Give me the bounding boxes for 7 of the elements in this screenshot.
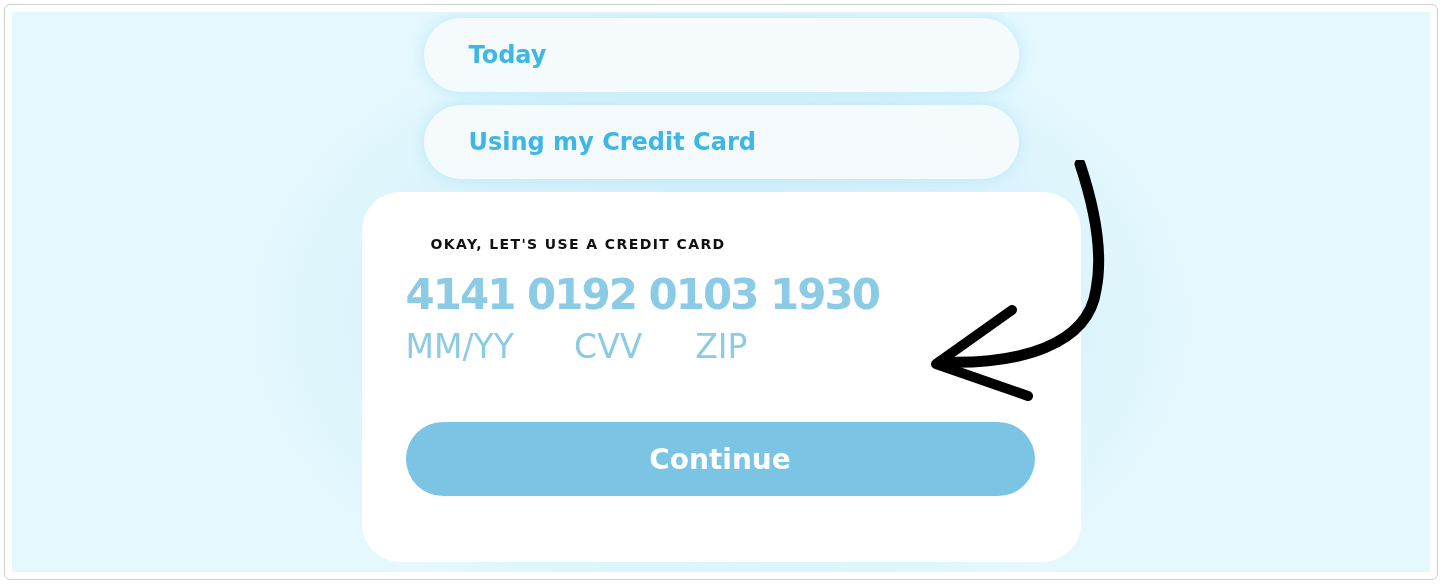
card-detail-field[interactable]: MM/YY xyxy=(405,327,545,366)
form-heading: OKAY, LET'S USE A CREDIT CARD xyxy=(429,236,727,252)
card-detail-field[interactable]: ZIP xyxy=(695,327,787,366)
selection-pill[interactable]: Using my Credit Card xyxy=(423,105,1019,179)
card-detail-field[interactable]: CVV xyxy=(574,327,666,366)
selection-pill[interactable]: Today xyxy=(423,18,1019,92)
card-number-field[interactable]: 4141 0192 0103 1930 xyxy=(405,270,966,319)
